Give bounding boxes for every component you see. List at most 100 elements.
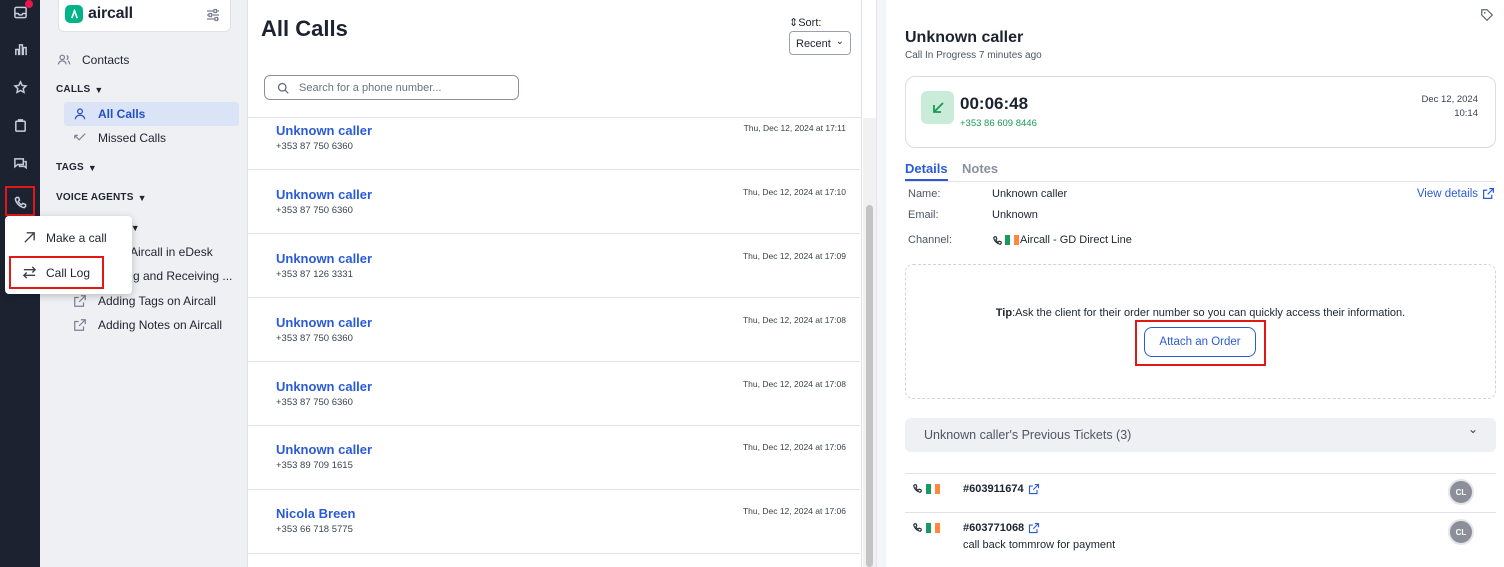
call-row-phone: +353 87 750 6360 — [276, 205, 353, 216]
view-details-label: View details — [1416, 187, 1478, 200]
call-row-phone: +353 87 750 6360 — [276, 141, 353, 152]
guide-link-3[interactable]: Adding Tags on Aircall — [72, 293, 216, 309]
caller-title: Unknown caller — [905, 29, 1024, 46]
call-card: 00:06:48 +353 86 609 8446 Dec 12, 2024 1… — [905, 76, 1496, 148]
tab-notes[interactable]: Notes — [962, 161, 998, 176]
previous-tickets-accordion[interactable]: Unknown caller's Previous Tickets (3) ⌄ — [905, 418, 1496, 452]
search-icon — [277, 82, 289, 94]
ticket-item[interactable]: #603771068 call back tommrow for payment… — [905, 513, 1496, 557]
call-row-phone: +353 89 709 1615 — [276, 460, 353, 471]
call-row-name[interactable]: Unknown caller — [276, 123, 372, 138]
name-value: Unknown caller — [992, 188, 1068, 200]
contacts-icon — [56, 52, 72, 68]
chevron-down-icon: ⌄ — [835, 36, 844, 47]
call-row-phone: +353 87 750 6360 — [276, 333, 353, 344]
app-root: aircall Contacts CALLS ▼ All Calls Missed… — [0, 0, 1504, 567]
guide-link-3-label: Adding Tags on Aircall — [98, 294, 216, 308]
ticket-note: call back tommrow for payment — [963, 539, 1116, 551]
call-row[interactable]: Unknown caller +353 87 750 6360 Thu, Dec… — [248, 118, 860, 170]
calls-section-toggle[interactable]: CALLS ▼ — [56, 84, 103, 95]
ticket-id[interactable]: #603771068 — [963, 522, 1040, 534]
panel-gutter — [876, 0, 886, 567]
nav-contacts[interactable]: Contacts — [56, 52, 129, 68]
tag-icon[interactable] — [1480, 8, 1494, 22]
ticket-id[interactable]: #603911674 — [963, 483, 1040, 495]
call-row[interactable]: Unknown caller +353 87 750 6360 Thu, Dec… — [248, 298, 860, 362]
guide-link-2[interactable]: g and Receiving ... — [133, 269, 232, 283]
attach-order-button[interactable]: Attach an Order — [1144, 327, 1256, 357]
ticket-item[interactable]: #603911674 CL — [905, 474, 1496, 512]
call-row-name[interactable]: Unknown caller — [276, 251, 372, 266]
ireland-flag-icon — [1005, 235, 1020, 245]
call-row-time: Thu, Dec 12, 2024 at 17:11 — [743, 123, 846, 133]
voice-agents-section-label: VOICE AGENTS — [56, 192, 134, 203]
guide-link-1-label: Aircall in eDesk — [130, 245, 213, 259]
sort-select[interactable]: Recent ⌄ — [789, 31, 851, 55]
call-row-name[interactable]: Unknown caller — [276, 187, 372, 202]
swap-arrows-icon — [22, 266, 37, 279]
nav-all-calls[interactable]: All Calls — [72, 106, 145, 122]
tab-details[interactable]: Details — [905, 161, 948, 176]
call-row[interactable]: Unknown caller +353 87 126 3331 Thu, Dec… — [248, 234, 860, 298]
chevron-down-icon: ▼ — [130, 222, 140, 233]
avatar: CL — [1448, 519, 1474, 545]
chevron-down-icon: ⌄ — [1467, 422, 1478, 436]
call-time: 10:14 — [1454, 108, 1478, 119]
brand-box: aircall — [58, 0, 231, 32]
channel-name: Aircall - GD Direct Line — [1020, 234, 1132, 246]
call-row[interactable]: Nicola Breen +353 66 718 5775 Thu, Dec 1… — [248, 490, 860, 554]
nav-missed-calls[interactable]: Missed Calls — [72, 130, 166, 146]
clipboard-icon[interactable] — [8, 113, 32, 137]
chart-icon[interactable] — [8, 37, 32, 61]
call-row-name[interactable]: Unknown caller — [276, 315, 372, 330]
email-label: Email: — [908, 209, 939, 221]
arrow-up-right-icon — [24, 232, 35, 243]
avatar: CL — [1448, 479, 1474, 505]
star-icon[interactable] — [8, 75, 32, 99]
tags-section-label: TAGS — [56, 162, 84, 173]
incoming-call-icon — [921, 91, 954, 124]
phone-icon — [913, 484, 922, 493]
call-row-name[interactable]: Nicola Breen — [276, 506, 355, 521]
menu-call-log[interactable]: Call Log — [22, 265, 90, 280]
call-row-name[interactable]: Unknown caller — [276, 442, 372, 457]
settings-sliders-icon[interactable] — [205, 7, 221, 23]
call-row[interactable]: Unknown caller +353 87 750 6360 Thu, Dec… — [248, 362, 860, 426]
call-row-name[interactable]: Unknown caller — [276, 379, 372, 394]
tip-prefix: Tip — [995, 307, 1013, 319]
guide-link-4[interactable]: Adding Notes on Aircall — [72, 317, 222, 333]
tabs-divider — [905, 181, 1496, 182]
menu-make-a-call[interactable]: Make a call — [22, 230, 107, 245]
external-link-icon — [1029, 522, 1040, 534]
calls-section-label: CALLS — [56, 84, 91, 95]
voice-agents-section-toggle[interactable]: VOICE AGENTS ▼ — [56, 192, 147, 203]
phone-popup-menu: Make a call Call Log — [5, 216, 132, 294]
view-details-link[interactable]: View details — [1417, 187, 1495, 200]
active-tab-underline — [905, 179, 948, 181]
call-row-time: Thu, Dec 12, 2024 at 17:06 — [742, 506, 846, 516]
calls-panel: All Calls ⇕Sort: Recent ⌄ Unknown caller… — [248, 0, 862, 567]
guide-link-1[interactable]: Aircall in eDesk — [130, 245, 213, 259]
guide-link-2-label: g and Receiving ... — [133, 269, 233, 283]
calls-scroll-thumb[interactable] — [866, 205, 873, 567]
channel-value: Aircall - GD Direct Line — [992, 234, 1132, 246]
call-row[interactable]: Unknown caller +353 89 709 1615 Thu, Dec… — [248, 426, 860, 490]
call-row-phone: +353 87 126 3331 — [276, 269, 353, 280]
phone-icon[interactable] — [8, 190, 32, 214]
nav-all-calls-label: All Calls — [98, 107, 146, 121]
tags-section-toggle[interactable]: TAGS ▼ — [56, 162, 97, 173]
call-row-phone: +353 66 718 5775 — [276, 524, 353, 535]
external-link-icon — [72, 293, 88, 309]
chat-icon[interactable] — [8, 151, 32, 175]
brand-name: aircall — [88, 5, 133, 22]
chevron-down-icon: ▼ — [94, 84, 104, 95]
notification-dot — [25, 0, 33, 8]
search-input[interactable] — [299, 80, 509, 96]
sort-label: ⇕Sort: — [789, 17, 822, 29]
ireland-flag-icon — [926, 523, 941, 533]
call-row-time: Thu, Dec 12, 2024 at 17:09 — [742, 251, 846, 261]
missed-call-icon — [72, 130, 88, 146]
menu-call-log-label: Call Log — [46, 265, 91, 280]
call-row[interactable]: Unknown caller +353 87 750 6360 Thu, Dec… — [248, 170, 860, 234]
nav-missed-calls-label: Missed Calls — [98, 131, 167, 145]
